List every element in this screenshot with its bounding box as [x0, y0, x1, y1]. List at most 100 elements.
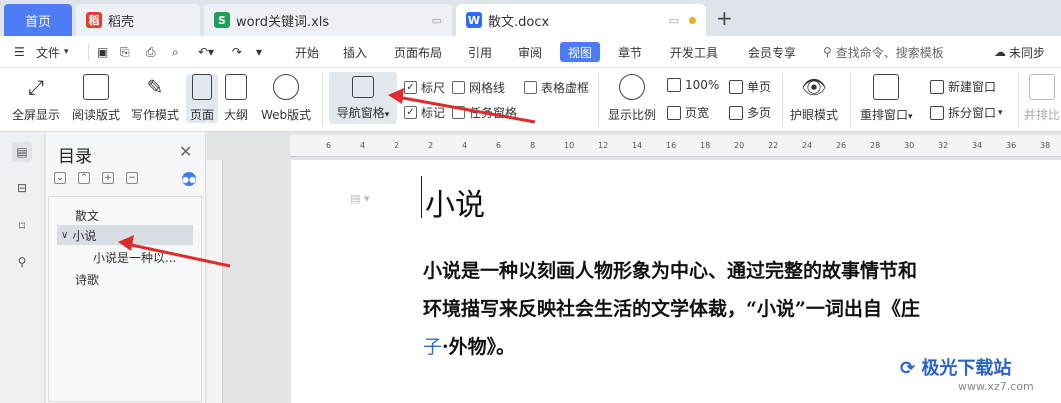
- menu-insert[interactable]: 插入: [343, 36, 367, 68]
- new-window-button[interactable]: 新建窗口: [930, 78, 996, 95]
- hamburger-icon[interactable]: ☰: [14, 36, 25, 68]
- menu-dev-tools[interactable]: 开发工具: [670, 36, 718, 68]
- document-heading[interactable]: 小说: [425, 180, 485, 224]
- paragraph-line[interactable]: 环境描写来反映社会生活的文学体裁，“小说”一词出自《庄: [423, 290, 1043, 328]
- search-icon: ⚲: [823, 45, 832, 59]
- citation-link[interactable]: 子: [423, 336, 442, 358]
- single-page-button[interactable]: 单页: [729, 78, 771, 95]
- monitor-icon[interactable]: ▭: [669, 14, 679, 27]
- table-dashed-checkbox[interactable]: 表格虚框: [524, 79, 589, 96]
- menu-layout[interactable]: 页面布局: [394, 36, 442, 68]
- menu-file[interactable]: 文件 ▾: [36, 36, 69, 68]
- multi-page-button[interactable]: 多页: [729, 104, 771, 121]
- writing-mode-button[interactable]: ✎ 写作模式: [131, 74, 179, 123]
- split-window-icon: [930, 105, 944, 120]
- print-preview-icon[interactable]: ⌕: [172, 36, 179, 68]
- ruler-tick: 30: [904, 141, 915, 150]
- add-icon[interactable]: +: [102, 172, 114, 184]
- rearrange-window-button[interactable]: 重排窗口▾: [860, 74, 913, 123]
- gridlines-checkbox[interactable]: 网格线: [452, 79, 505, 96]
- page-width-button[interactable]: 页宽: [667, 104, 709, 121]
- toc-icon[interactable]: ▤: [12, 142, 32, 162]
- web-layout-button[interactable]: Web版式: [261, 74, 311, 123]
- menu-file-label: 文件: [36, 45, 61, 60]
- monitor-icon[interactable]: ▭: [432, 14, 442, 27]
- menu-start[interactable]: 开始: [295, 36, 319, 68]
- menu-chapter[interactable]: 章节: [618, 36, 642, 68]
- export-icon[interactable]: ⎘: [120, 36, 130, 68]
- menu-review[interactable]: 审阅: [518, 36, 542, 68]
- search-icon[interactable]: ⚲: [12, 252, 32, 272]
- chevron-down-icon: ▾: [64, 47, 69, 57]
- command-search[interactable]: ⚲ 查找命令、搜索模板: [823, 36, 944, 68]
- horizontal-ruler[interactable]: 6 4 2 2 4 6 8 10 12 14 16 18 20 22 24 26 28 30 32 34 36 38: [290, 135, 1061, 157]
- reading-mode-button[interactable]: 阅读版式: [72, 74, 120, 123]
- new-tab-plus-icon[interactable]: +: [716, 6, 733, 30]
- divider: [88, 44, 89, 60]
- paragraph-marker-icon[interactable]: ▤ ▾: [350, 192, 369, 205]
- ruler-tick: 28: [870, 141, 881, 150]
- more-icon[interactable]: ▾: [256, 36, 262, 68]
- close-icon[interactable]: ✕: [179, 142, 192, 161]
- menu-references[interactable]: 引用: [468, 36, 492, 68]
- menu-member[interactable]: 会员专享: [748, 36, 796, 68]
- divider: [322, 74, 323, 126]
- table-dashed-label: 表格虚框: [541, 81, 590, 95]
- view-ribbon: ⤢ 全屏显示 阅读版式 ✎ 写作模式 页面 大纲 Web版式 导航窗格▾ ✓ 标尺…: [0, 68, 1061, 132]
- ruler-tick: 2: [394, 141, 400, 150]
- daoke-icon: 稻: [86, 12, 102, 28]
- collapse-icon[interactable]: ⌄: [54, 172, 66, 184]
- chevron-down-icon: ▾: [384, 110, 390, 120]
- vertical-ruler[interactable]: [207, 160, 223, 403]
- ruler-tick: 6: [326, 141, 332, 150]
- undo-icon[interactable]: ↶▾: [198, 36, 214, 68]
- toc-item-selected[interactable]: ∨ 小说: [57, 225, 193, 245]
- text-cursor: [421, 176, 422, 218]
- split-window-button[interactable]: 拆分窗口 ▾: [930, 104, 1003, 121]
- new-window-icon: [930, 79, 944, 94]
- zoom-100-button[interactable]: 100%: [667, 78, 719, 92]
- eye-mode-label: 护眼模式: [790, 108, 839, 122]
- page-label: 页面: [190, 108, 215, 122]
- unsaved-dot-icon: [689, 16, 696, 24]
- ruler-tick: 22: [768, 141, 779, 150]
- expand-icon[interactable]: ⌃: [78, 172, 90, 184]
- menu-view[interactable]: 视图: [560, 42, 601, 62]
- toc-item[interactable]: 散文: [75, 205, 99, 225]
- smart-toc-icon[interactable]: ●●: [182, 172, 196, 186]
- outline-button[interactable]: 大纲: [224, 74, 248, 123]
- tab-active-doc[interactable]: W 散文.docx ▭: [456, 4, 706, 36]
- ruler-tick: 10: [564, 141, 575, 150]
- full-screen-button[interactable]: ⤢ 全屏显示: [12, 74, 60, 123]
- paragraph-line[interactable]: 小说是一种以刻画人物形象为中心、通过完整的故事情节和: [423, 252, 1043, 290]
- tab-daoke[interactable]: 稻 稻壳: [76, 4, 200, 36]
- divider: [782, 74, 783, 126]
- checked-icon: ✓: [404, 81, 417, 94]
- remove-icon[interactable]: −: [126, 172, 138, 184]
- unchecked-box: [452, 106, 465, 119]
- zoom-ratio-button[interactable]: 显示比例: [608, 74, 656, 123]
- print-icon[interactable]: ⎙: [146, 36, 156, 68]
- bookmark-icon[interactable]: ⌑: [12, 216, 32, 236]
- unchecked-box: [524, 81, 537, 94]
- task-pane-checkbox[interactable]: 任务窗格: [452, 104, 517, 121]
- markers-checkbox[interactable]: ✓ 标记: [404, 104, 445, 121]
- nav-pane-button[interactable]: 导航窗格▾: [329, 72, 397, 124]
- sync-scroll-label: 并排比: [1024, 108, 1061, 122]
- toc-item[interactable]: 小说是一种以...: [93, 247, 176, 267]
- redo-icon[interactable]: ↷: [232, 36, 242, 68]
- sync-scroll-button[interactable]: 并排比: [1024, 74, 1060, 123]
- sync-status[interactable]: ☁ 未同步: [994, 36, 1045, 68]
- tab-xls[interactable]: S word关键词.xls ▭: [204, 4, 452, 36]
- save-icon[interactable]: ▣: [97, 36, 108, 68]
- ruler-checkbox[interactable]: ✓ 标尺: [404, 79, 445, 96]
- tab-home[interactable]: 首页: [4, 4, 72, 36]
- outline-icon: [225, 74, 247, 100]
- rearrange-label: 重排窗口: [860, 108, 909, 122]
- tab-active-label: 散文.docx: [488, 14, 550, 30]
- zoom-icon: [619, 74, 645, 100]
- toc-item[interactable]: 诗歌: [75, 269, 99, 289]
- chapter-icon[interactable]: ⊟: [12, 178, 32, 198]
- page-view-button[interactable]: 页面: [186, 74, 219, 123]
- eye-mode-button[interactable]: 👁 护眼模式: [790, 74, 838, 123]
